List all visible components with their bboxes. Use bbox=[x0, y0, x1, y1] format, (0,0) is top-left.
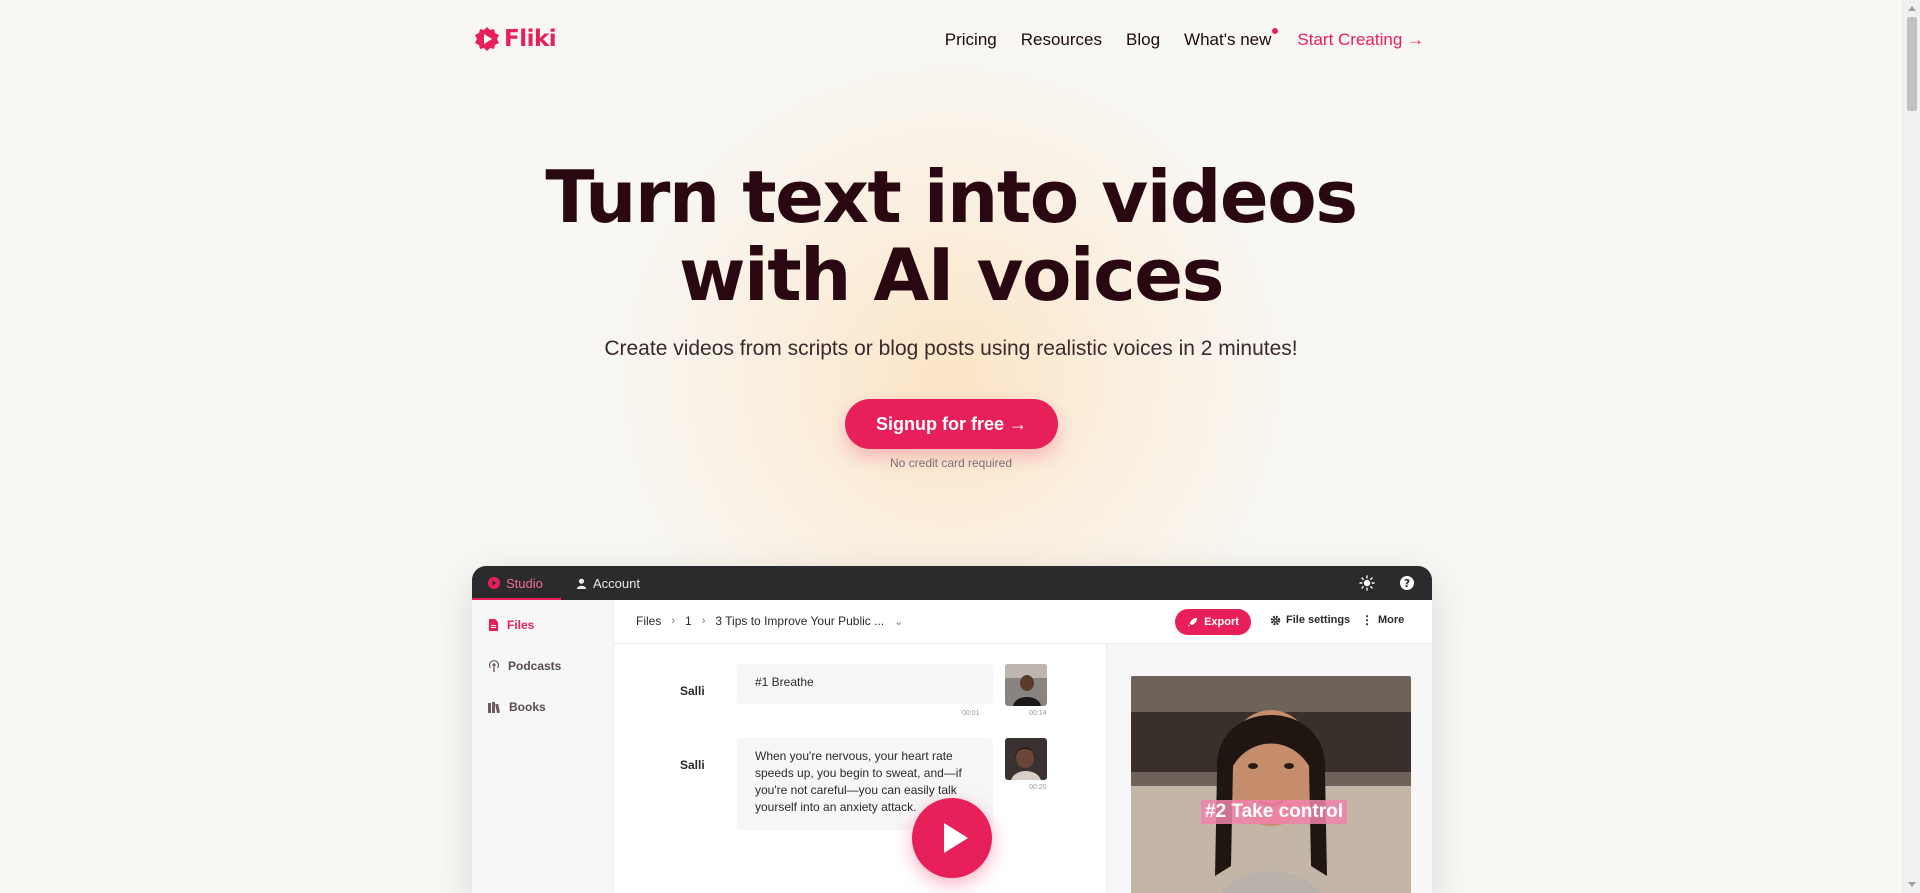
podcast-icon bbox=[488, 660, 500, 672]
export-label: Export bbox=[1204, 616, 1239, 628]
theme-toggle-sun-icon[interactable] bbox=[1358, 574, 1376, 592]
play-circle-icon bbox=[488, 577, 500, 589]
no-credit-card-note: No credit card required bbox=[889, 456, 1013, 470]
play-video-button[interactable] bbox=[912, 798, 992, 878]
hero-subtitle: Create videos from scripts or blog posts… bbox=[604, 337, 1298, 360]
tab-account[interactable]: Account bbox=[576, 566, 640, 600]
nav-link-resources[interactable]: Resources bbox=[1021, 30, 1102, 50]
nav-link-pricing[interactable]: Pricing bbox=[945, 30, 997, 50]
chevron-right-icon: › bbox=[701, 615, 706, 627]
hero-title: Turn text into videos with AI voices bbox=[0, 158, 1902, 314]
script-editor: Salli #1 Breathe 00:01 00:14 Salli When … bbox=[614, 644, 1106, 893]
start-creating-link[interactable]: Start Creating → bbox=[1297, 30, 1424, 50]
help-icon[interactable]: ? bbox=[1398, 574, 1416, 592]
nav-link-blog[interactable]: Blog bbox=[1126, 30, 1160, 50]
signup-button[interactable]: Signup for free → bbox=[845, 399, 1058, 449]
fliki-logo-icon bbox=[475, 27, 499, 51]
svg-text:?: ? bbox=[1404, 577, 1410, 590]
nav-link-whats-new[interactable]: What's new bbox=[1184, 28, 1279, 50]
rocket-icon bbox=[1187, 617, 1198, 627]
sidebar-item-label: Podcasts bbox=[508, 659, 562, 673]
scrollbar-thumb[interactable] bbox=[1907, 17, 1917, 111]
breadcrumb-file[interactable]: 3 Tips to Improve Your Public ... bbox=[715, 614, 884, 628]
video-caption: #2 Take control bbox=[1201, 800, 1347, 824]
scroll-up-arrow-icon[interactable] bbox=[1908, 6, 1916, 11]
sidebar-item-books[interactable]: Books bbox=[488, 700, 546, 714]
file-settings-label: File settings bbox=[1286, 614, 1351, 626]
nav-links: Pricing Resources Blog What's new Start … bbox=[945, 28, 1424, 50]
speaker-name[interactable]: Salli bbox=[680, 758, 705, 772]
start-time: 00:01 bbox=[962, 710, 980, 717]
sidebar-item-label: Books bbox=[509, 700, 546, 714]
scroll-down-arrow-icon[interactable] bbox=[1908, 882, 1916, 887]
logo-text: Fliki bbox=[504, 26, 557, 52]
tab-account-label: Account bbox=[593, 575, 640, 591]
script-line[interactable]: #1 Breathe bbox=[737, 664, 993, 704]
breadcrumb-files[interactable]: Files bbox=[636, 614, 661, 628]
more-vertical-icon: ⋮ bbox=[1361, 613, 1373, 627]
user-icon bbox=[576, 578, 587, 589]
more-label: More bbox=[1378, 614, 1405, 626]
video-preview-pane: #2 Take control bbox=[1106, 644, 1432, 893]
file-settings-button[interactable]: File settings bbox=[1270, 614, 1350, 626]
gear-icon bbox=[1270, 615, 1281, 625]
sidebar-item-podcasts[interactable]: Podcasts bbox=[488, 659, 561, 673]
tab-studio-label: Studio bbox=[506, 575, 543, 591]
logo[interactable]: Fliki bbox=[474, 26, 557, 52]
hero-title-line-2: with AI voices bbox=[679, 233, 1224, 317]
file-icon bbox=[489, 619, 498, 631]
scene-thumbnail[interactable] bbox=[1005, 664, 1047, 706]
hero-title-line-1: Turn text into videos bbox=[545, 155, 1358, 239]
page-scrollbar[interactable] bbox=[1902, 0, 1920, 893]
app-topbar: Studio Account ? bbox=[472, 566, 1432, 600]
app-sidebar: Files Podcasts Books bbox=[472, 600, 614, 893]
end-time: 00:20 bbox=[1029, 784, 1047, 791]
chevron-right-icon: › bbox=[671, 615, 676, 627]
scene-thumbnail[interactable] bbox=[1005, 738, 1047, 780]
chevron-down-icon[interactable]: ⌄ bbox=[894, 615, 903, 628]
tab-studio[interactable]: Studio bbox=[472, 566, 561, 600]
export-button[interactable]: Export bbox=[1175, 609, 1251, 635]
video-preview[interactable]: #2 Take control bbox=[1131, 676, 1411, 893]
breadcrumb: Files › 1 › 3 Tips to Improve Your Publi… bbox=[636, 614, 903, 628]
end-time: 00:14 bbox=[1029, 710, 1047, 717]
breadcrumb-folder[interactable]: 1 bbox=[685, 614, 692, 628]
more-button[interactable]: ⋮ More bbox=[1361, 614, 1404, 626]
top-nav: Fliki Pricing Resources Blog What's new … bbox=[474, 22, 1424, 62]
editor-header: Files › 1 › 3 Tips to Improve Your Publi… bbox=[614, 600, 1432, 644]
sidebar-item-label: Files bbox=[507, 618, 535, 632]
landing-page: Fliki Pricing Resources Blog What's new … bbox=[0, 0, 1902, 893]
speaker-name[interactable]: Salli bbox=[680, 684, 705, 698]
sidebar-item-files[interactable]: Files bbox=[488, 618, 534, 632]
books-icon bbox=[488, 701, 501, 713]
notification-dot bbox=[1272, 28, 1279, 34]
whats-new-label: What's new bbox=[1184, 30, 1272, 49]
